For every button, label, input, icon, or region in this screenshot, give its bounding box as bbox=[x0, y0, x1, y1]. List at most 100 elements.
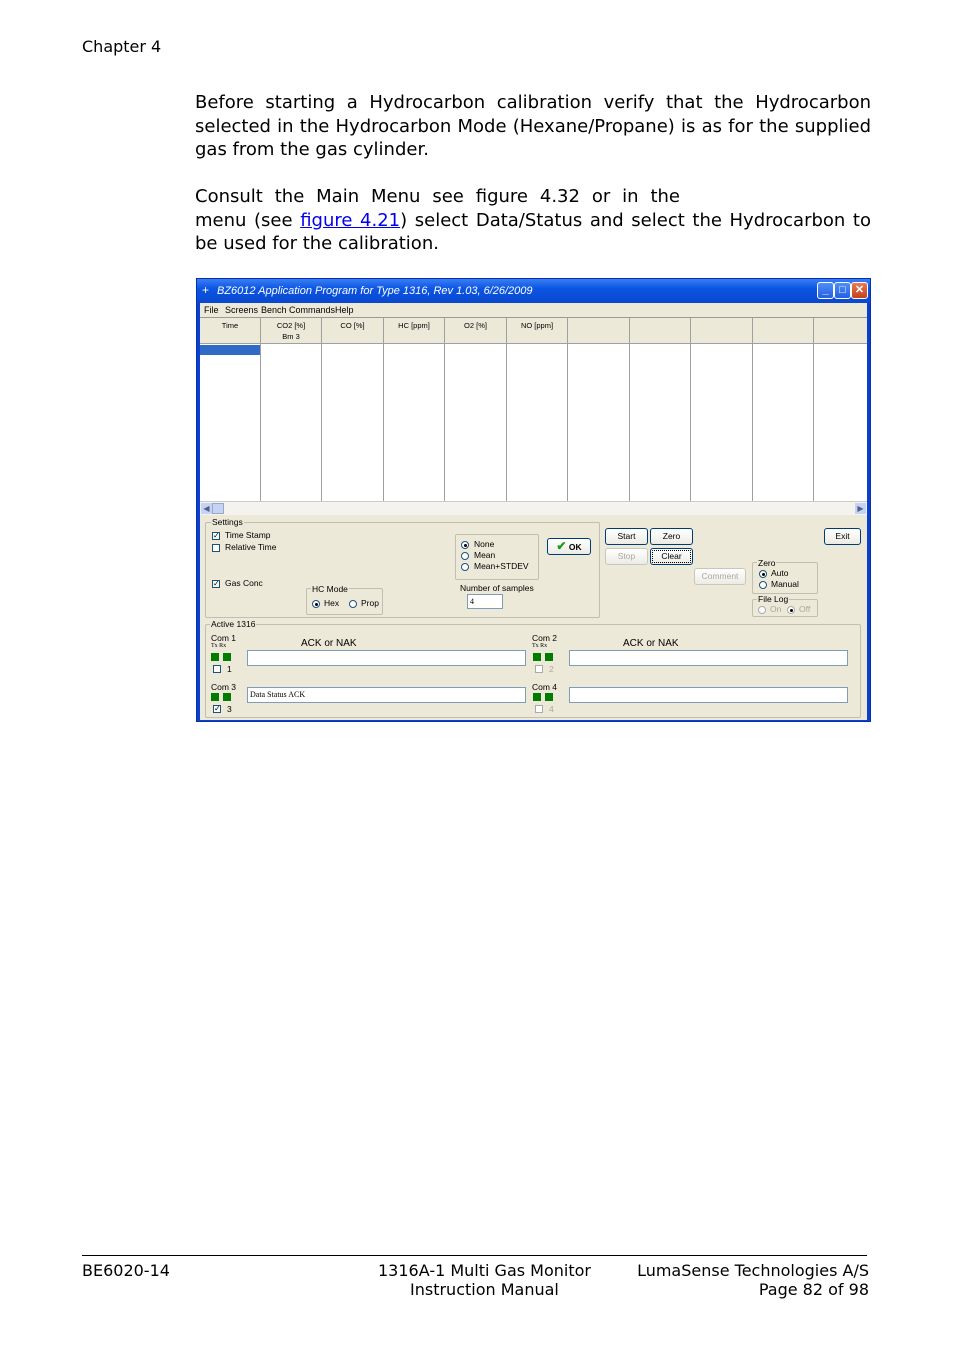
column-header[interactable]: Time bbox=[200, 318, 260, 344]
gas-conc-label: Gas Conc bbox=[225, 578, 263, 588]
mean-radio[interactable] bbox=[461, 552, 469, 560]
menu-bench-commands[interactable]: Bench Commands bbox=[261, 303, 335, 317]
com3-label: Com 3 bbox=[211, 682, 237, 692]
none-label: None bbox=[474, 539, 495, 549]
tx-led bbox=[211, 653, 219, 661]
zero-button[interactable]: Zero bbox=[650, 528, 693, 545]
zero-manual-radio[interactable] bbox=[759, 581, 767, 589]
rx-led bbox=[223, 693, 231, 701]
paragraph-consult-menu: Consult the Main Menu see figure 4.32 or… bbox=[195, 185, 871, 256]
clear-button[interactable]: Clear bbox=[650, 548, 693, 565]
chapter-header: Chapter 4 bbox=[82, 37, 162, 56]
mean-stdev-radio[interactable] bbox=[461, 563, 469, 571]
menu-help[interactable]: Help bbox=[335, 303, 354, 317]
hex-radio[interactable] bbox=[312, 600, 320, 608]
selected-cell[interactable] bbox=[200, 345, 260, 355]
mean-label: Mean bbox=[474, 550, 496, 560]
zero-auto-radio[interactable] bbox=[759, 570, 767, 578]
rx-led bbox=[223, 653, 231, 661]
relative-time-checkbox[interactable] bbox=[212, 544, 220, 552]
data-grid[interactable]: Time CO2 [%] Bm 3 CO [%] HC [ppm] O2 [%] … bbox=[200, 317, 867, 502]
com2-ack-nak: ACK or NAK bbox=[623, 638, 679, 649]
grid-column-empty bbox=[691, 318, 753, 502]
relative-time-label: Relative Time bbox=[225, 542, 277, 552]
com1-label: Com 1 bbox=[211, 633, 237, 643]
minimize-button[interactable]: _ bbox=[817, 282, 834, 299]
time-stamp-checkbox[interactable]: ✓ bbox=[212, 532, 220, 540]
maximize-button[interactable]: □ bbox=[834, 282, 851, 299]
column-header[interactable] bbox=[753, 318, 813, 344]
com3-status-field: Data Status ACK bbox=[247, 687, 526, 703]
file-log-off-radio[interactable] bbox=[787, 606, 795, 614]
footer-doc-id: BE6020-14 bbox=[82, 1261, 170, 1280]
window-title: BZ6012 Application Program for Type 1316… bbox=[217, 285, 533, 297]
column-header[interactable]: CO [%] bbox=[322, 318, 383, 344]
txrx-label: Tx Rx bbox=[532, 643, 548, 649]
menu-screens[interactable]: Screens bbox=[225, 303, 258, 317]
comment-button[interactable]: Comment bbox=[694, 568, 746, 585]
active-1316-title: Active 1316 bbox=[210, 619, 257, 629]
prop-radio[interactable] bbox=[349, 600, 357, 608]
com2-label: Com 2 bbox=[532, 633, 558, 643]
paragraph-text: menu (see bbox=[195, 209, 301, 231]
com2-status-field bbox=[569, 650, 848, 666]
time-stamp-label: Time Stamp bbox=[225, 530, 271, 540]
settings-title: Settings bbox=[211, 517, 244, 527]
scroll-right-icon[interactable]: ▶ bbox=[855, 503, 866, 514]
scroll-left-icon[interactable]: ◀ bbox=[201, 503, 212, 514]
grid-column-co: CO [%] bbox=[322, 318, 384, 502]
gas-conc-checkbox[interactable]: ✓ bbox=[212, 580, 220, 588]
horizontal-scrollbar[interactable]: ◀ ▶ bbox=[200, 501, 867, 515]
paragraph-line: Consult the Main Menu see figure 4.32 or… bbox=[195, 186, 680, 207]
column-header[interactable]: HC [ppm] bbox=[384, 318, 444, 344]
file-log-off-label: Off bbox=[799, 604, 811, 614]
grid-column-empty bbox=[630, 318, 691, 502]
grid-column-hc: HC [ppm] bbox=[384, 318, 445, 502]
window-client: File Screens Bench Commands Help Time CO… bbox=[200, 303, 867, 720]
footer-product: 1316A-1 Multi Gas Monitor bbox=[378, 1261, 591, 1280]
exit-button[interactable]: Exit bbox=[824, 528, 861, 545]
ok-button[interactable]: ✔ OK bbox=[547, 538, 591, 555]
com3-checkbox[interactable]: ✓ bbox=[213, 705, 221, 713]
menu-file[interactable]: File bbox=[204, 303, 219, 317]
grid-column-empty bbox=[753, 318, 814, 502]
column-header[interactable]: NO [ppm] bbox=[507, 318, 567, 344]
com2-checkbox[interactable] bbox=[535, 665, 543, 673]
column-header[interactable] bbox=[691, 318, 752, 344]
start-button[interactable]: Start bbox=[605, 528, 648, 545]
file-log-title: File Log bbox=[757, 594, 790, 604]
rx-led bbox=[545, 693, 553, 701]
hc-mode-title: HC Mode bbox=[311, 584, 349, 594]
plus-icon: + bbox=[202, 283, 210, 297]
file-log-on-label: On bbox=[770, 604, 782, 614]
com4-checkbox[interactable] bbox=[535, 705, 543, 713]
checkmark-icon: ✔ bbox=[556, 539, 567, 553]
grid-column-co2: CO2 [%] Bm 3 bbox=[261, 318, 322, 502]
footer-rule bbox=[82, 1255, 867, 1256]
application-window: + BZ6012 Application Program for Type 13… bbox=[196, 278, 871, 722]
column-header[interactable]: CO2 [%] Bm 3 bbox=[261, 318, 321, 344]
none-radio[interactable] bbox=[461, 541, 469, 549]
column-header[interactable] bbox=[814, 318, 867, 344]
com4-status-field bbox=[569, 687, 848, 703]
column-header[interactable] bbox=[568, 318, 629, 344]
com1-number: 1 bbox=[227, 664, 232, 674]
com1-status-field bbox=[247, 650, 526, 666]
figure-link[interactable]: figure 4.21 bbox=[300, 210, 400, 231]
com4-number: 4 bbox=[549, 704, 554, 714]
file-log-on-radio[interactable] bbox=[758, 606, 766, 614]
num-samples-input[interactable]: 4 bbox=[467, 594, 503, 609]
tx-led bbox=[533, 693, 541, 701]
title-bar: + BZ6012 Application Program for Type 13… bbox=[197, 279, 870, 303]
paragraph-hc-calibration: Before starting a Hydrocarbon calibratio… bbox=[195, 92, 871, 160]
close-button[interactable]: ✕ bbox=[851, 282, 868, 299]
footer-page: Page 82 of 98 bbox=[758, 1280, 869, 1299]
com1-checkbox[interactable] bbox=[213, 665, 221, 673]
scroll-thumb[interactable] bbox=[212, 503, 224, 514]
rx-led bbox=[545, 653, 553, 661]
column-header[interactable]: O2 [%] bbox=[445, 318, 506, 344]
stop-button[interactable]: Stop bbox=[605, 548, 648, 565]
mean-stdev-label: Mean+STDEV bbox=[474, 561, 529, 571]
grid-column-no: NO [ppm] bbox=[507, 318, 568, 502]
column-header[interactable] bbox=[630, 318, 690, 344]
